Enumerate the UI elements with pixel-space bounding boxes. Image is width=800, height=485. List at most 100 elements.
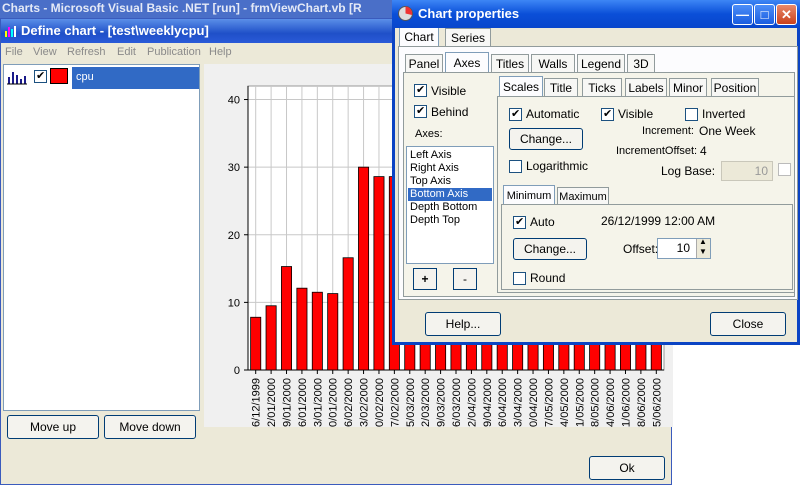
round-checkbox[interactable] (513, 272, 526, 285)
axes-behind-label: Behind (431, 105, 469, 119)
series-list: cpu (3, 64, 200, 411)
tab-axes[interactable]: Axes (445, 52, 489, 72)
axes-behind-checkbox[interactable] (414, 104, 427, 118)
tab-series[interactable]: Series (445, 28, 491, 46)
x-tick-label: 27/02/2000 (389, 378, 401, 427)
x-tick-label: 05/03/2000 (405, 378, 417, 427)
menu-refresh[interactable]: Refresh (67, 46, 106, 58)
remove-axis-button[interactable]: - (453, 268, 477, 290)
close-button[interactable]: Close (710, 312, 786, 336)
y-tick-label: 30 (228, 162, 240, 174)
x-tick-label: 30/01/2000 (328, 378, 340, 427)
x-tick-label: 12/03/2000 (420, 378, 432, 427)
series-name: cpu (76, 71, 94, 83)
chart-properties-icon (398, 6, 413, 21)
x-tick-label: 07/05/2000 (543, 378, 555, 427)
y-tick-label: 40 (228, 95, 240, 107)
x-tick-label: 16/04/2000 (497, 378, 509, 427)
bar (281, 266, 293, 371)
tab-scales[interactable]: Scales (499, 76, 543, 96)
y-tick-label: 10 (228, 297, 240, 309)
increment-offset-value: 4 (700, 144, 707, 158)
menu-edit[interactable]: Edit (117, 46, 136, 58)
round-label: Round (530, 271, 566, 285)
move-up-button[interactable]: Move up (7, 415, 99, 439)
menu-help[interactable]: Help (209, 46, 232, 58)
bar (250, 316, 262, 371)
change-scale-button[interactable]: Change... (509, 128, 583, 150)
axes-visible-label: Visible (431, 84, 467, 98)
x-tick-label: 20/02/2000 (374, 378, 386, 427)
change-minimum-button[interactable]: Change... (513, 238, 587, 260)
move-down-button[interactable]: Move down (104, 415, 196, 439)
menu-view[interactable]: View (33, 46, 57, 58)
offset-spinner[interactable]: ▲ ▼ (696, 237, 710, 258)
tab-legend[interactable]: Legend (577, 54, 625, 72)
logarithmic-checkbox[interactable] (509, 160, 522, 173)
logarithmic-label: Logarithmic (526, 159, 589, 173)
minimize-icon[interactable]: — (732, 4, 753, 25)
log-base-label: Log Base: (661, 164, 716, 178)
increment-value: One Week (699, 124, 756, 138)
tab-minimum[interactable]: Minimum (503, 185, 555, 205)
menu-publication[interactable]: Publication (147, 46, 201, 58)
x-tick-label: 23/01/2000 (312, 378, 324, 427)
menu-file[interactable]: File (5, 46, 23, 58)
tab-walls[interactable]: Walls (531, 54, 575, 72)
x-tick-label: 25/06/2000 (651, 378, 663, 427)
close-icon[interactable]: ✕ (776, 4, 797, 25)
x-tick-label: 18/06/2000 (636, 378, 648, 427)
chart-properties-titlebar[interactable]: Chart properties — □ ✕ (392, 0, 800, 28)
series-visible-checkbox[interactable] (34, 69, 47, 83)
help-button[interactable]: Help... (425, 312, 501, 336)
tab-axis-title[interactable]: Title (544, 78, 578, 96)
x-tick-label: 06/02/2000 (343, 378, 355, 427)
axes-list[interactable]: Left Axis Right Axis Top Axis Bottom Axi… (406, 146, 494, 264)
define-chart-title: Define chart - [test\weeklycpu] (21, 23, 209, 38)
series-row-cpu[interactable]: cpu (6, 67, 199, 89)
tab-labels[interactable]: Labels (625, 78, 667, 96)
auto-minimum-checkbox[interactable] (513, 215, 526, 229)
axis-item-left[interactable]: Left Axis (408, 149, 492, 162)
axes-visible-checkbox[interactable] (414, 83, 427, 97)
x-tick-label: 04/06/2000 (605, 378, 617, 427)
tab-chart[interactable]: Chart (399, 26, 439, 46)
tab-maximum[interactable]: Maximum (557, 187, 609, 205)
spin-down-icon[interactable]: ▼ (699, 247, 707, 256)
bar (373, 176, 385, 371)
automatic-checkbox[interactable] (509, 107, 522, 121)
x-tick-label: 28/05/2000 (590, 378, 602, 427)
axis-item-bottom[interactable]: Bottom Axis (408, 188, 492, 201)
tab-ticks[interactable]: Ticks (582, 78, 622, 96)
minimum-date-value: 26/12/1999 12:00 AM (601, 214, 716, 228)
bar-chart-icon (7, 72, 27, 85)
axis-item-right[interactable]: Right Axis (408, 162, 492, 175)
x-tick-label: 30/04/2000 (528, 378, 540, 427)
axis-item-depth-bottom[interactable]: Depth Bottom (408, 201, 492, 214)
spin-up-icon[interactable]: ▲ (699, 237, 707, 246)
scale-visible-label: Visible (618, 107, 654, 121)
x-tick-label: 11/06/2000 (620, 378, 632, 427)
axis-item-depth-top[interactable]: Depth Top (408, 214, 492, 227)
x-tick-label: 21/05/2000 (574, 378, 586, 427)
log-base-checkbox (778, 163, 791, 176)
tab-3d[interactable]: 3D (627, 54, 655, 72)
x-tick-label: 26/03/2000 (451, 378, 463, 427)
maximize-icon[interactable]: □ (754, 4, 775, 25)
add-axis-button[interactable]: + (413, 268, 437, 290)
ok-button[interactable]: Ok (589, 456, 665, 480)
inverted-checkbox[interactable] (685, 108, 698, 121)
tab-titles[interactable]: Titles (491, 54, 529, 72)
y-tick-label: 20 (228, 230, 240, 242)
axis-item-top[interactable]: Top Axis (408, 175, 492, 188)
increment-label: Increment: (642, 125, 694, 137)
tab-position[interactable]: Position (711, 78, 759, 96)
series-color-swatch[interactable] (50, 68, 68, 84)
tab-panel[interactable]: Panel (405, 54, 443, 72)
x-tick-label: 19/03/2000 (436, 378, 448, 427)
x-tick-label: 23/04/2000 (513, 378, 525, 427)
tab-minor[interactable]: Minor (669, 78, 707, 96)
scale-visible-checkbox[interactable] (601, 107, 614, 121)
x-tick-label: 02/01/2000 (266, 378, 278, 427)
x-tick-label: 16/01/2000 (297, 378, 309, 427)
